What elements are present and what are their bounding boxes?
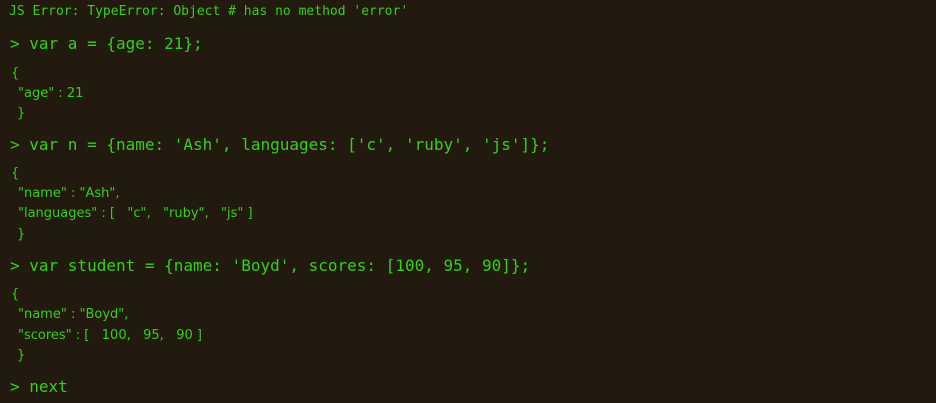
output-line: } <box>17 348 26 363</box>
output-line: { <box>11 287 20 302</box>
output-line: "name" : "Boyd", <box>18 307 129 322</box>
command-line: > var student = {name: 'Boyd', scores: [… <box>10 256 531 275</box>
console-input[interactable]: > next <box>10 377 68 396</box>
output-line: "age" : 21 <box>18 86 84 101</box>
output-line: { <box>11 166 20 181</box>
console-window[interactable]: JS Error: TypeError: Object # has no met… <box>0 0 936 403</box>
output-line: } <box>17 227 26 242</box>
output-line: } <box>17 106 26 121</box>
error-message: JS Error: TypeError: Object # has no met… <box>9 4 409 19</box>
output-line: "name" : "Ash", <box>18 186 120 201</box>
command-line: > var a = {age: 21}; <box>10 34 203 53</box>
command-line: > var n = {name: 'Ash', languages: ['c',… <box>10 135 550 154</box>
output-line: "scores" : [ 100, 95, 90 ] <box>18 328 202 343</box>
output-line: "languages" : [ "c", "ruby", "js" ] <box>18 206 253 221</box>
output-line: { <box>11 66 20 81</box>
